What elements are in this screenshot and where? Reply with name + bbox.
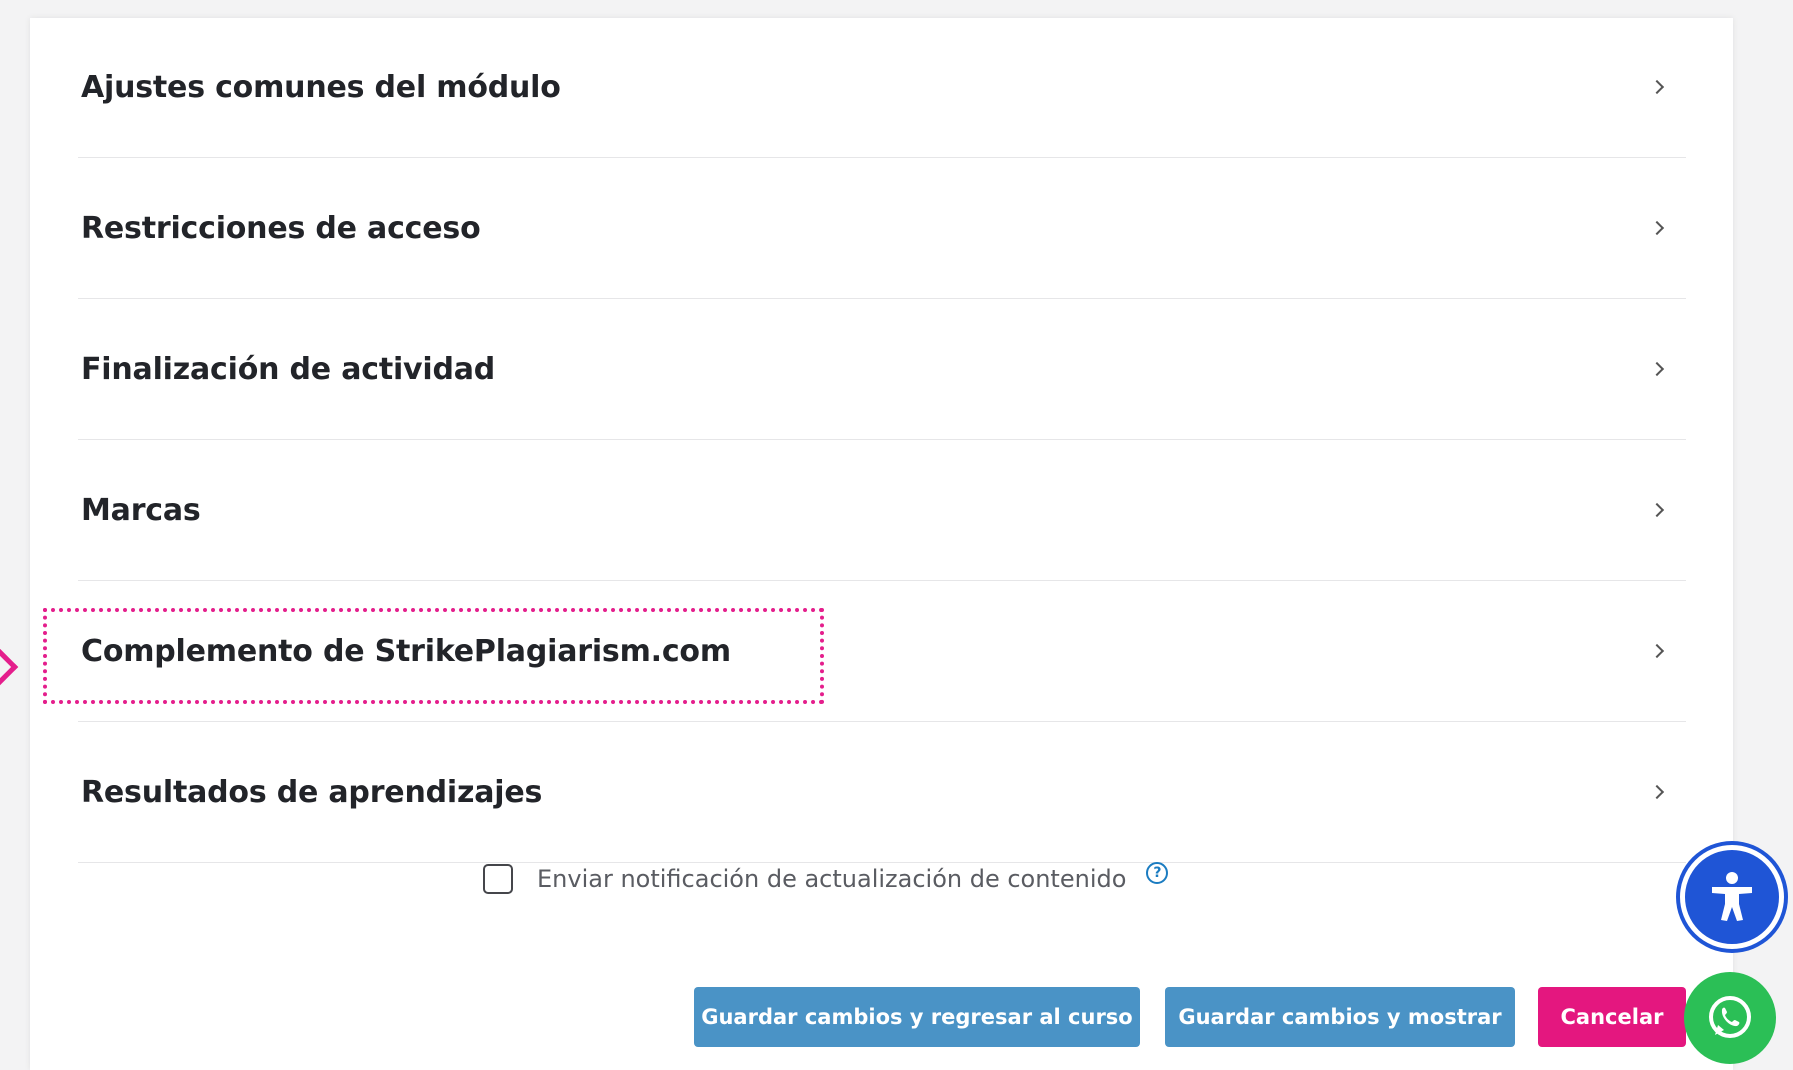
- section-title: Finalización de actividad: [81, 351, 496, 387]
- pointer-arrow-icon: [0, 645, 19, 689]
- accessibility-person-icon: [1712, 872, 1752, 921]
- chevron-right-icon: [1649, 79, 1665, 95]
- question-circle-icon[interactable]: ?: [1146, 862, 1169, 884]
- whatsapp-icon: [1709, 996, 1751, 1038]
- section-activity-completion[interactable]: Finalización de actividad: [78, 299, 1686, 440]
- notify-update-row: Enviar notificación de actualización de …: [483, 862, 1169, 894]
- section-title: Marcas: [81, 492, 201, 528]
- accessibility-button[interactable]: [1680, 845, 1784, 949]
- save-and-display-button[interactable]: Guardar cambios y mostrar: [1165, 987, 1515, 1047]
- section-title: Restricciones de acceso: [81, 210, 481, 246]
- notify-label: Enviar notificación de actualización de …: [537, 865, 1127, 893]
- cancel-button[interactable]: Cancelar: [1538, 987, 1686, 1047]
- chevron-right-icon: [1649, 220, 1665, 236]
- section-access-restrictions[interactable]: Restricciones de acceso: [78, 158, 1686, 299]
- section-tags[interactable]: Marcas: [78, 440, 1686, 581]
- section-learning-outcomes[interactable]: Resultados de aprendizajes: [78, 722, 1686, 863]
- whatsapp-button[interactable]: [1684, 972, 1776, 1064]
- notify-checkbox[interactable]: [483, 864, 513, 894]
- section-common-module-settings[interactable]: Ajustes comunes del módulo: [78, 17, 1686, 158]
- highlight-frame: [43, 608, 824, 704]
- section-title: Ajustes comunes del módulo: [81, 69, 561, 105]
- save-and-return-button[interactable]: Guardar cambios y regresar al curso: [694, 987, 1140, 1047]
- chevron-right-icon: [1649, 784, 1665, 800]
- section-title: Resultados de aprendizajes: [81, 774, 543, 810]
- chevron-right-icon: [1649, 502, 1665, 518]
- chevron-right-icon: [1649, 643, 1665, 659]
- chevron-right-icon: [1649, 361, 1665, 377]
